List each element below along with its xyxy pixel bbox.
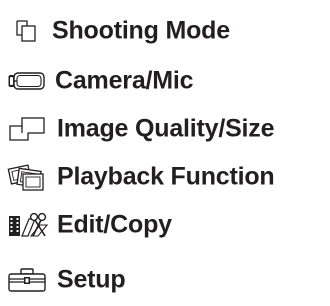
menu-item-label: Playback Function: [57, 162, 275, 191]
settings-menu: Shooting Mode Camera/Mic Image Quality/S…: [0, 0, 330, 306]
camcorder-icon: [7, 69, 47, 93]
menu-item-shooting-mode[interactable]: Shooting Mode: [0, 9, 330, 53]
shooting-mode-icon: [15, 19, 37, 43]
menu-item-label: Camera/Mic: [55, 66, 194, 95]
menu-item-label: Shooting Mode: [52, 16, 230, 45]
menu-item-label: Edit/Copy: [57, 210, 172, 239]
menu-item-setup[interactable]: Setup: [0, 258, 330, 302]
menu-item-playback-function[interactable]: Playback Function: [0, 155, 330, 199]
menu-item-image-quality-size[interactable]: Image Quality/Size: [0, 107, 330, 151]
toolbox-icon: [7, 267, 47, 293]
menu-item-edit-copy[interactable]: Edit/Copy: [0, 203, 330, 247]
film-scissors-icon: [7, 211, 49, 239]
menu-item-label: Setup: [57, 265, 126, 294]
photos-stack-icon: [6, 162, 46, 192]
menu-item-label: Image Quality/Size: [57, 114, 275, 143]
menu-item-camera-mic[interactable]: Camera/Mic: [0, 59, 330, 103]
image-quality-icon: [8, 116, 46, 142]
